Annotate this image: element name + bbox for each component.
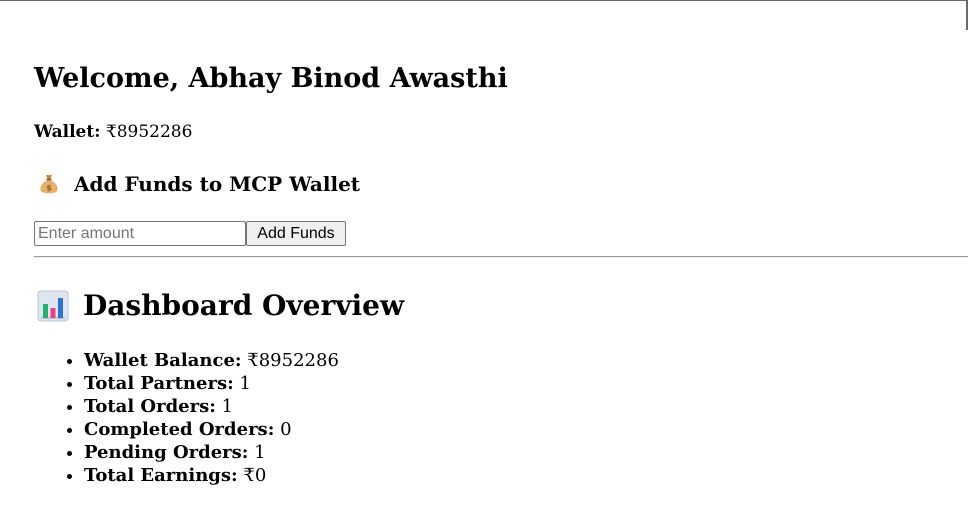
overview-stats-list: Wallet Balance: ₹8952286 Total Partners:… — [34, 349, 339, 487]
stat-label: Pending Orders: — [84, 442, 249, 463]
welcome-heading: Welcome, Abhay Binod Awasthi — [34, 63, 508, 94]
add-funds-form: Add Funds — [34, 221, 346, 246]
stat-value: 1 — [221, 396, 234, 417]
add-funds-button[interactable]: Add Funds — [246, 221, 346, 246]
stat-pending-orders: Pending Orders: 1 — [84, 441, 339, 464]
stat-label: Completed Orders: — [84, 419, 275, 440]
window-top-border — [0, 0, 968, 1]
add-funds-title: Add Funds to MCP Wallet — [74, 172, 361, 196]
stat-value: 1 — [254, 442, 266, 463]
stat-label: Total Orders: — [84, 396, 216, 417]
add-funds-heading: $ Add Funds to MCP Wallet — [34, 172, 360, 196]
bar-chart-icon — [37, 290, 69, 322]
wallet-label: Wallet: — [34, 122, 101, 142]
money-bag-icon: $ — [37, 172, 61, 196]
stat-total-partners: Total Partners: 1 — [84, 372, 339, 395]
stat-label: Total Partners: — [84, 373, 234, 394]
dashboard-overview-heading: Dashboard Overview — [34, 289, 404, 323]
wallet-value: ₹8952286 — [105, 122, 193, 142]
dashboard-overview-title: Dashboard Overview — [83, 289, 405, 322]
stat-label: Total Earnings: — [84, 465, 238, 486]
amount-input[interactable] — [34, 221, 246, 246]
stat-value: ₹0 — [243, 465, 267, 486]
stat-value: ₹8952286 — [247, 350, 339, 371]
stat-label: Wallet Balance: — [84, 350, 242, 371]
section-divider — [34, 256, 968, 258]
stat-total-orders: Total Orders: 1 — [84, 395, 339, 418]
stat-value: 0 — [280, 419, 292, 440]
stat-completed-orders: Completed Orders: 0 — [84, 418, 339, 441]
stat-total-earnings: Total Earnings: ₹0 — [84, 464, 339, 487]
stat-value: 1 — [239, 373, 251, 394]
wallet-summary: Wallet: ₹8952286 — [34, 122, 192, 142]
stat-wallet-balance: Wallet Balance: ₹8952286 — [84, 349, 339, 372]
svg-text:$: $ — [46, 184, 52, 193]
